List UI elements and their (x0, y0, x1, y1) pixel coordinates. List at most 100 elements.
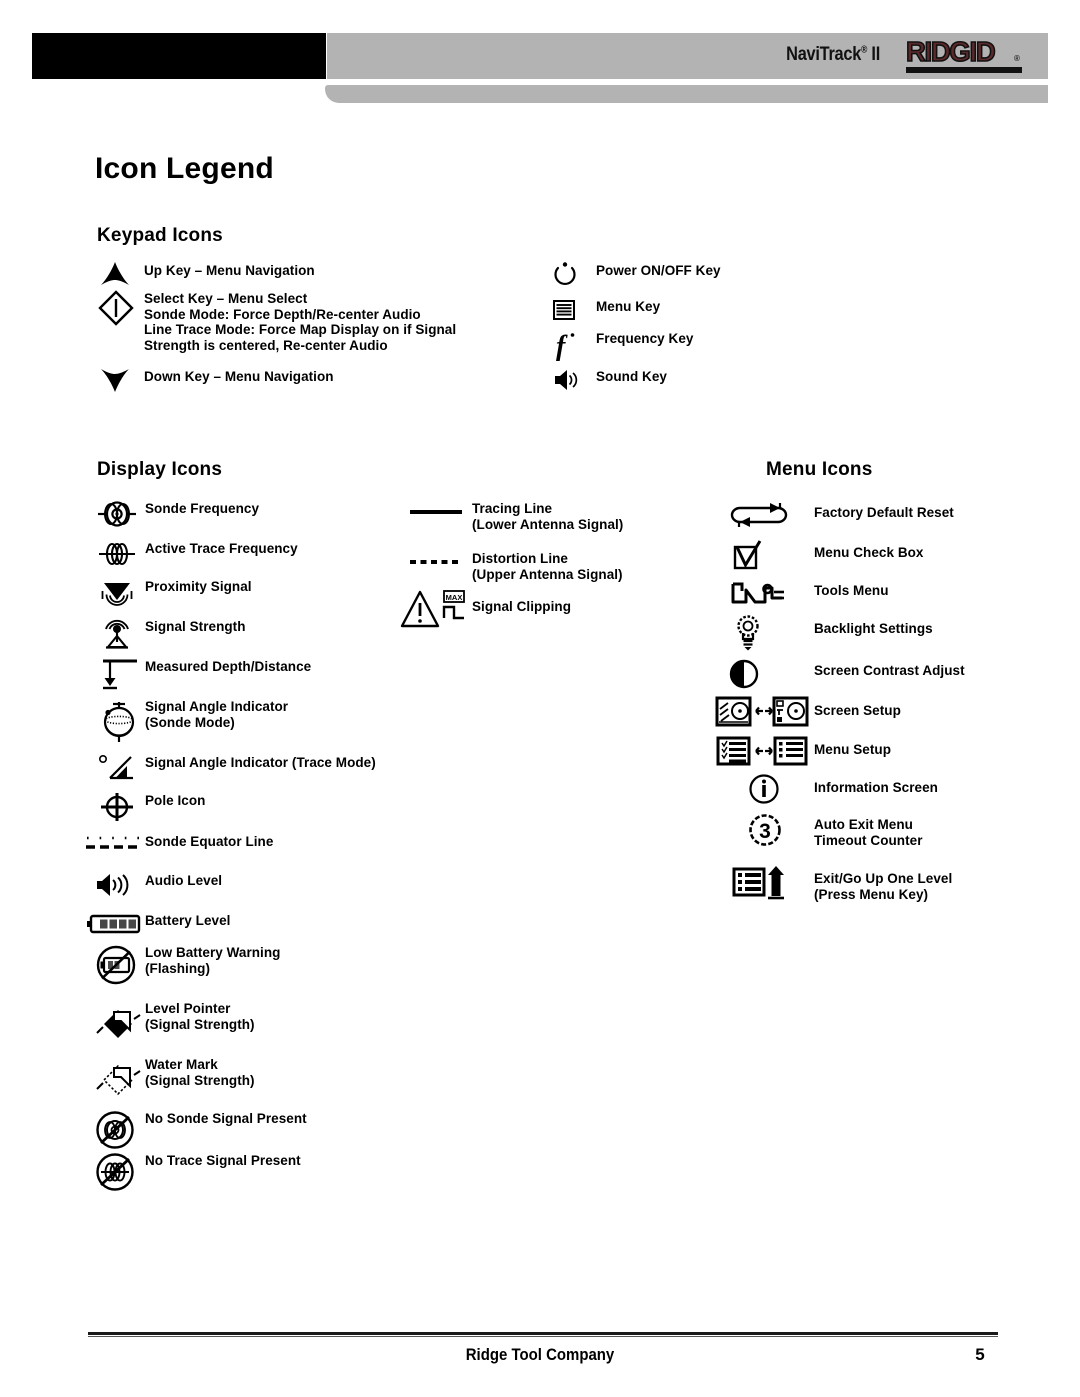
legend-label: Distortion Line (Upper Antenna Signal) (472, 551, 623, 582)
legend-row-factory-reset: Factory Default Reset (726, 500, 954, 530)
information-screen-icon (744, 772, 814, 806)
level-pointer-icon (94, 1000, 145, 1042)
screen-setup-icon (715, 696, 814, 730)
legend-row-low-battery-warning: Low Battery Warning (Flashing) (94, 944, 280, 986)
legend-row-distortion-line: Distortion Line (Upper Antenna Signal) (408, 550, 623, 582)
legend-row-menu-setup: Menu Setup (716, 736, 891, 768)
legend-label: Audio Level (145, 873, 223, 888)
tracing-line-icon (408, 500, 472, 516)
legend-row-frequency-key: f Frequency Key (552, 330, 694, 362)
legend-row-no-sonde-signal: No Sonde Signal Present (94, 1110, 307, 1150)
legend-label: Tools Menu (814, 583, 889, 598)
page-header: NaviTrack® II RIDGID ® (0, 0, 1080, 120)
legend-label: Backlight Settings (814, 621, 933, 636)
registered-trademark-icon: ® (861, 44, 868, 56)
down-arrow-icon (98, 368, 144, 392)
legend-label: Screen Setup (814, 703, 901, 718)
legend-label: Menu Setup (814, 742, 891, 757)
legend-row-sound-key: Sound Key (552, 368, 667, 392)
legend-label: Exit/Go Up One Level (Press Menu Key) (814, 871, 953, 902)
legend-row-menu-check-box: Menu Check Box (726, 540, 923, 572)
legend-row-no-trace-signal: No Trace Signal Present (94, 1152, 301, 1192)
frequency-f-icon: f (552, 330, 596, 362)
proximity-signal-icon (97, 578, 145, 608)
legend-row-tracing-line: Tracing Line (Lower Antenna Signal) (408, 500, 623, 532)
ridgid-registered-icon: ® (1014, 54, 1020, 63)
legend-label: Menu Key (596, 299, 661, 314)
legend-label: Signal Clipping (472, 599, 571, 614)
legend-row-proximity-signal: Proximity Signal (97, 578, 252, 608)
legend-row-active-trace-frequency: Active Trace Frequency (97, 540, 298, 568)
section-title-menu: Menu Icons (766, 459, 873, 480)
sound-speaker-icon (552, 368, 596, 392)
select-diamond-icon (98, 290, 144, 326)
exit-up-one-level-icon (732, 866, 814, 900)
legend-row-signal-clipping: MAX Signal Clipping (400, 588, 571, 632)
legend-row-battery-level: Battery Level (85, 912, 230, 936)
legend-row-water-mark: Water Mark (Signal Strength) (94, 1056, 255, 1098)
legend-row-sonde-equator-line: Sonde Equator Line (84, 833, 273, 855)
up-arrow-icon (98, 262, 144, 286)
pole-icon (97, 792, 145, 822)
legend-row-up-key: Up Key – Menu Navigation (98, 262, 315, 286)
legend-row-pole-icon: Pole Icon (97, 792, 205, 822)
sonde-equator-line-icon (84, 833, 145, 855)
footer-divider (88, 1332, 998, 1335)
backlight-bulb-icon (726, 612, 814, 652)
footer-divider-thin (88, 1336, 998, 1337)
factory-reset-icon (726, 500, 814, 530)
legend-label: Water Mark (Signal Strength) (145, 1057, 255, 1088)
legend-label: Proximity Signal (145, 579, 252, 594)
legend-label: Select Key – Menu Select Sonde Mode: For… (144, 291, 457, 353)
legend-label: Signal Angle Indicator (Trace Mode) (145, 755, 376, 770)
no-sonde-signal-icon (94, 1110, 145, 1150)
legend-row-screen-setup: Screen Setup (715, 696, 901, 730)
page-title: Icon Legend (95, 152, 274, 185)
legend-label: Frequency Key (596, 331, 694, 346)
legend-label: No Trace Signal Present (145, 1153, 301, 1168)
active-trace-frequency-icon (97, 540, 145, 568)
legend-row-signal-angle-sonde: Signal Angle Indicator (Sonde Mode) (97, 698, 288, 746)
legend-row-exit-up-one-level: Exit/Go Up One Level (Press Menu Key) (732, 866, 952, 902)
ridgid-logo-underbar (906, 67, 1022, 73)
signal-angle-trace-icon (97, 754, 145, 782)
legend-row-menu-key: Menu Key (552, 298, 660, 322)
legend-row-signal-strength: Signal Strength (97, 618, 246, 650)
legend-row-power-key: Power ON/OFF Key (552, 262, 721, 288)
legend-row-down-key: Down Key – Menu Navigation (98, 368, 334, 392)
legend-row-tools-menu: Tools Menu (726, 578, 889, 610)
tools-menu-icon (726, 578, 814, 610)
signal-strength-icon (97, 618, 145, 650)
product-name-header: NaviTrack® II (725, 44, 880, 66)
legend-label: Battery Level (145, 913, 231, 928)
menu-lines-icon (552, 298, 596, 322)
legend-label: Low Battery Warning (Flashing) (145, 945, 281, 976)
legend-row-sonde-frequency: Sonde Frequency (97, 500, 259, 528)
legend-label: Level Pointer (Signal Strength) (145, 1001, 255, 1032)
legend-label: Factory Default Reset (814, 505, 954, 520)
sonde-frequency-icon (97, 500, 145, 528)
legend-row-measured-depth: Measured Depth/Distance (97, 658, 311, 690)
legend-label: Signal Strength (145, 619, 246, 634)
legend-label: Measured Depth/Distance (145, 659, 312, 674)
legend-label: Tracing Line (Lower Antenna Signal) (472, 501, 624, 532)
footer-page-number: 5 (975, 1345, 985, 1364)
legend-row-signal-angle-trace: Signal Angle Indicator (Trace Mode) (97, 754, 376, 782)
low-battery-warning-icon (94, 944, 145, 986)
legend-label: Information Screen (814, 780, 938, 795)
power-icon (552, 262, 596, 288)
screen-contrast-icon (726, 658, 814, 690)
legend-label: Down Key – Menu Navigation (144, 369, 334, 384)
legend-row-auto-exit-timer: 3 Auto Exit Menu Timeout Counter (744, 812, 923, 848)
measured-depth-icon (97, 658, 145, 690)
no-trace-signal-icon (94, 1152, 145, 1192)
water-mark-icon (94, 1056, 145, 1098)
legend-label: Sound Key (596, 369, 667, 384)
auto-exit-timer-icon: 3 (744, 812, 814, 848)
legend-row-audio-level: Audio Level (94, 872, 222, 898)
signal-angle-sonde-icon (97, 698, 145, 746)
menu-setup-icon (716, 736, 814, 768)
legend-label: Sonde Frequency (145, 501, 260, 516)
svg-text:f: f (556, 331, 568, 362)
footer-company-name: Ridge Tool Company (465, 1345, 615, 1364)
